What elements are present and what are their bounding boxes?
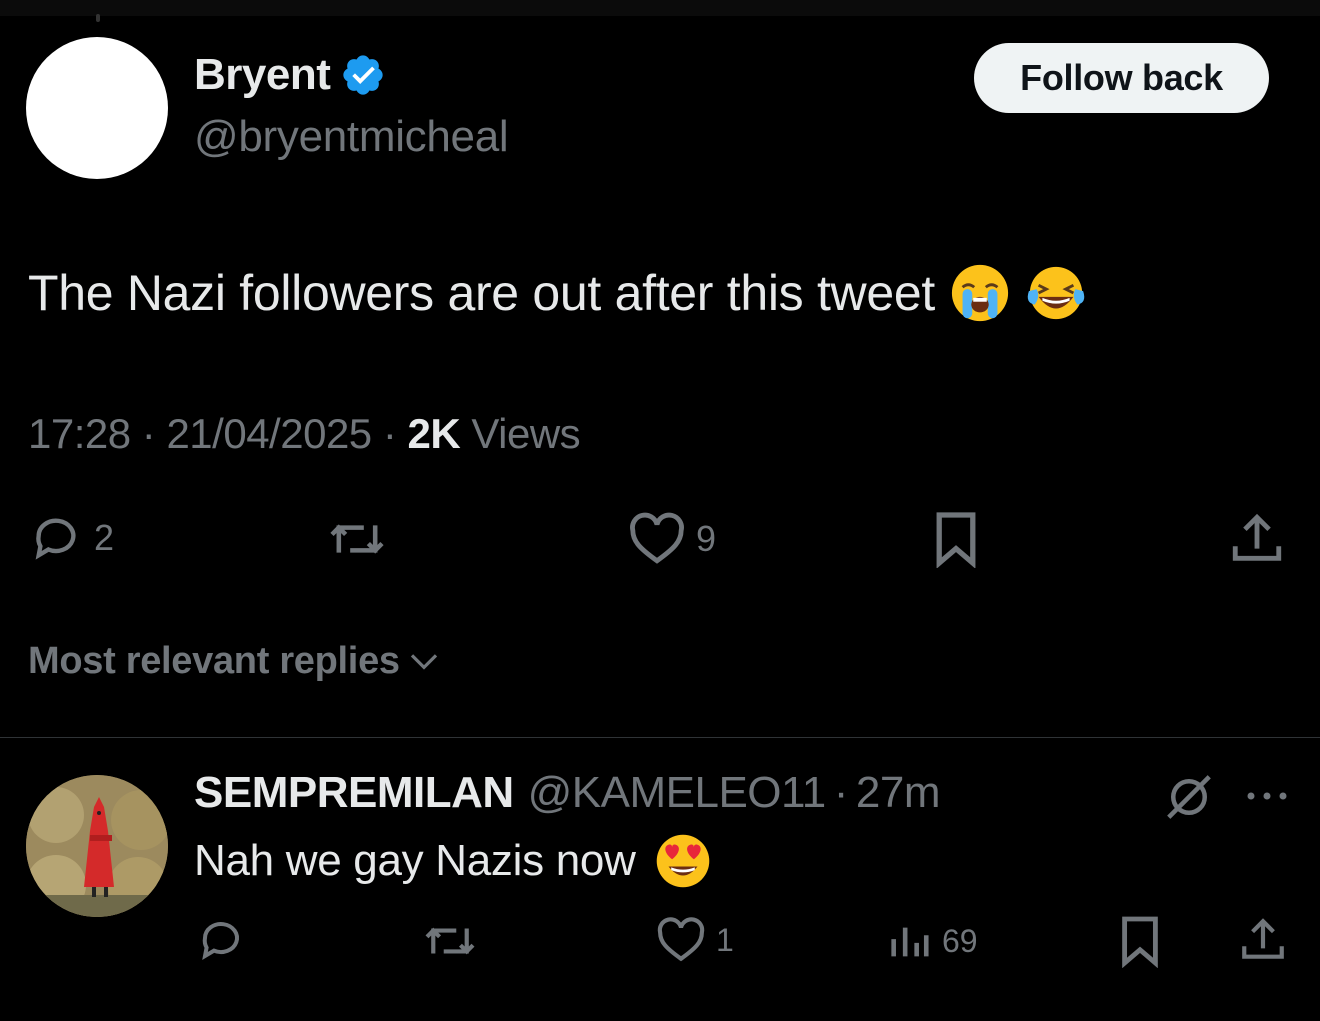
- loudly-crying-face-icon: [951, 264, 1009, 322]
- meta-separator: ·: [141, 410, 156, 457]
- reply-icon: [202, 922, 239, 961]
- share-action[interactable]: [1228, 510, 1286, 568]
- tweet-text: The Nazi followers are out after this tw…: [28, 265, 935, 321]
- repost-icon: [330, 524, 384, 554]
- reply-meta-separator: ·: [833, 768, 849, 817]
- reply-views-count: 69: [942, 922, 978, 959]
- author-avatar[interactable]: [26, 37, 168, 179]
- reply-share-action[interactable]: [1238, 914, 1288, 966]
- heart-icon: [630, 512, 684, 564]
- tweet-text-row: The Nazi followers are out after this tw…: [28, 262, 1087, 324]
- reply-time[interactable]: 27m: [856, 768, 941, 818]
- reply-like-count: 1: [716, 921, 734, 958]
- views-bar-chart-icon: [891, 927, 929, 957]
- reply-text-row: Nah we gay Nazis now: [194, 832, 712, 890]
- reply-icon: [35, 518, 76, 560]
- repost-action[interactable]: [326, 514, 398, 564]
- tweet-date[interactable]: 21/04/2025: [166, 410, 372, 457]
- views-count: 2K: [407, 410, 461, 457]
- reply-count: 2: [94, 517, 115, 558]
- like-action[interactable]: 9: [628, 512, 716, 566]
- bookmark-action[interactable]: [932, 510, 980, 568]
- reply-views-action[interactable]: 69: [886, 918, 978, 964]
- author-name[interactable]: Bryent: [194, 50, 331, 100]
- reply-like-action[interactable]: 1: [656, 916, 734, 964]
- share-icon: [1232, 513, 1282, 561]
- reply-bookmark-action[interactable]: [1118, 914, 1162, 968]
- reply-avatar[interactable]: [26, 775, 168, 917]
- heart-icon: [657, 917, 705, 962]
- reply-author-handle[interactable]: @KAMELEO11: [528, 768, 827, 818]
- repost-icon: [425, 927, 475, 955]
- reply-action[interactable]: 2: [28, 512, 114, 564]
- views-label: Views: [471, 410, 581, 457]
- reply-text: Nah we gay Nazis now: [194, 836, 636, 885]
- heart-eyes-face-icon: [656, 834, 709, 888]
- verified-badge-icon: [343, 55, 384, 95]
- reply-repost-action[interactable]: [422, 918, 488, 964]
- bookmark-icon: [936, 512, 976, 568]
- tweet-time[interactable]: 17:28: [28, 410, 131, 457]
- reply-reply-action[interactable]: [196, 916, 256, 964]
- reply-author-name[interactable]: SEMPREMILAN: [194, 768, 514, 818]
- grok-icon[interactable]: [1162, 770, 1216, 824]
- face-with-tears-of-joy-icon: [1027, 266, 1085, 320]
- replies-sort-dropdown[interactable]: Most relevant replies: [28, 640, 440, 683]
- divider: [0, 737, 1320, 738]
- sort-label: Most relevant replies: [28, 640, 400, 682]
- reply-header: SEMPREMILAN @KAMELEO11 · 27m: [194, 768, 940, 818]
- tweet-meta: 17:28 · 21/04/2025 · 2K Views: [28, 410, 581, 458]
- more-options-icon[interactable]: [1245, 788, 1289, 804]
- meta-separator: ·: [382, 410, 397, 457]
- bookmark-icon: [1122, 916, 1158, 968]
- like-count: 9: [696, 518, 717, 559]
- status-tick: [96, 14, 100, 22]
- chevron-down-icon: [410, 653, 437, 670]
- author-name-row[interactable]: Bryent: [194, 50, 386, 100]
- reply-avatar-image: [26, 775, 168, 917]
- follow-back-button[interactable]: Follow back: [974, 43, 1269, 113]
- share-icon: [1242, 918, 1284, 959]
- top-status-strip: [0, 0, 1320, 22]
- author-handle[interactable]: @bryentmicheal: [194, 112, 509, 162]
